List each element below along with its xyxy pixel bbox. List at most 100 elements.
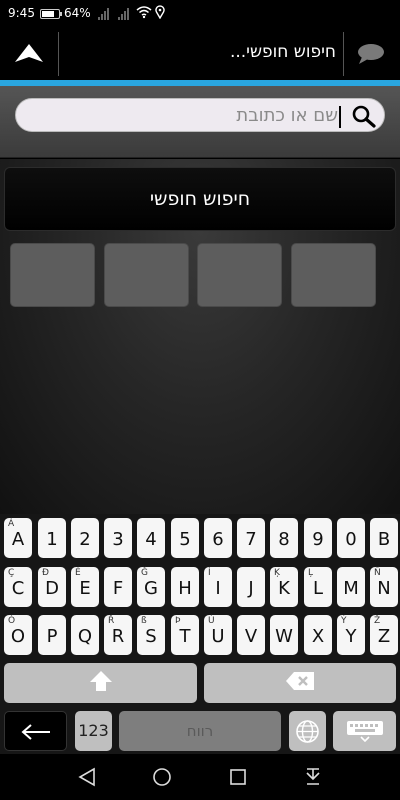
language-key[interactable] bbox=[289, 711, 326, 751]
key-l[interactable]: LĻ bbox=[304, 567, 332, 607]
key-label: 4 bbox=[145, 529, 157, 550]
key-label: 7 bbox=[245, 529, 257, 550]
key-v[interactable]: V bbox=[237, 615, 265, 655]
key-r[interactable]: RŘ bbox=[104, 615, 132, 655]
key-label: B bbox=[377, 529, 391, 550]
key-1[interactable]: 1 bbox=[38, 518, 66, 558]
backspace-key[interactable] bbox=[204, 663, 396, 703]
category-tile[interactable] bbox=[291, 243, 376, 307]
key-o[interactable]: OÓ bbox=[4, 615, 32, 655]
battery-percent: 64% bbox=[64, 6, 91, 20]
keyboard-hide-icon bbox=[346, 720, 384, 746]
key-q[interactable]: Q bbox=[71, 615, 99, 655]
key-6[interactable]: 6 bbox=[204, 518, 232, 558]
key-u[interactable]: UÚ bbox=[204, 615, 232, 655]
key-alt-label: Ú bbox=[208, 616, 215, 626]
key-label: K bbox=[278, 578, 290, 599]
magnifier-icon[interactable] bbox=[351, 104, 377, 132]
key-label: S bbox=[145, 626, 157, 647]
key-c[interactable]: CÇ bbox=[4, 567, 32, 607]
key-label: I bbox=[215, 578, 221, 599]
key-b[interactable]: B bbox=[370, 518, 398, 558]
key-s[interactable]: Sß bbox=[137, 615, 165, 655]
key-alt-label: Í bbox=[208, 568, 211, 578]
key-label: 3 bbox=[112, 529, 124, 550]
search-input[interactable]: שם או כתובת bbox=[15, 98, 385, 132]
key-p[interactable]: P bbox=[38, 615, 66, 655]
key-4[interactable]: 4 bbox=[137, 518, 165, 558]
key-label: F bbox=[112, 578, 124, 599]
key-label: E bbox=[79, 578, 91, 599]
recents-square-icon[interactable] bbox=[227, 766, 249, 792]
key-alt-label: Ļ bbox=[308, 568, 314, 578]
key-7[interactable]: 7 bbox=[237, 518, 265, 558]
key-alt-label: Ğ bbox=[141, 568, 148, 578]
chat-bubble-icon[interactable] bbox=[356, 42, 386, 70]
key-y[interactable]: YÝ bbox=[337, 615, 365, 655]
search-placeholder: שם או כתובת bbox=[236, 105, 338, 126]
category-tile[interactable] bbox=[10, 243, 95, 307]
status-time: 9:45 bbox=[8, 6, 35, 20]
location-icon bbox=[155, 5, 165, 22]
back-key[interactable] bbox=[4, 711, 67, 751]
key-k[interactable]: KĶ bbox=[270, 567, 298, 607]
shift-arrow-icon bbox=[89, 670, 113, 696]
key-z[interactable]: ZŽ bbox=[370, 615, 398, 655]
numbers-mode-key[interactable]: 123 bbox=[75, 711, 112, 751]
page-title: חיפוש חופשי... bbox=[229, 42, 336, 62]
key-label: O bbox=[10, 626, 26, 647]
category-tile[interactable] bbox=[104, 243, 189, 307]
key-h[interactable]: H bbox=[171, 567, 199, 607]
key-label: V bbox=[244, 626, 258, 647]
key-g[interactable]: GĞ bbox=[137, 567, 165, 607]
shift-key[interactable] bbox=[4, 663, 197, 703]
key-alt-label: Ç bbox=[8, 568, 15, 578]
key-i[interactable]: IÍ bbox=[204, 567, 232, 607]
key-0[interactable]: 0 bbox=[337, 518, 365, 558]
key-alt-label: ß bbox=[141, 616, 147, 626]
key-n[interactable]: NÑ bbox=[370, 567, 398, 607]
key-f[interactable]: F bbox=[104, 567, 132, 607]
key-alt-label: Ó bbox=[8, 616, 16, 626]
key-3[interactable]: 3 bbox=[104, 518, 132, 558]
key-d[interactable]: DĐ bbox=[38, 567, 66, 607]
key-alt-label: É bbox=[75, 568, 81, 578]
hide-keyboard-key[interactable] bbox=[333, 711, 396, 751]
navigation-arrow-icon[interactable] bbox=[14, 42, 44, 70]
key-j[interactable]: J bbox=[237, 567, 265, 607]
free-search-button[interactable]: חיפוש חופשי bbox=[4, 167, 396, 231]
key-label: X bbox=[311, 626, 325, 647]
key-5[interactable]: 5 bbox=[171, 518, 199, 558]
key-alt-label: Ř bbox=[108, 616, 115, 626]
key-x[interactable]: X bbox=[304, 615, 332, 655]
key-label: 6 bbox=[212, 529, 224, 550]
key-label: L bbox=[312, 578, 324, 599]
key-e[interactable]: EÉ bbox=[71, 567, 99, 607]
key-label: W bbox=[275, 626, 293, 647]
back-triangle-icon[interactable] bbox=[76, 766, 98, 792]
key-alt-label: Á bbox=[8, 519, 15, 529]
key-w[interactable]: W bbox=[270, 615, 298, 655]
key-t[interactable]: TÞ bbox=[171, 615, 199, 655]
category-tile[interactable] bbox=[197, 243, 282, 307]
home-circle-icon[interactable] bbox=[151, 766, 173, 792]
key-alt-label: Ž bbox=[374, 616, 381, 626]
key-label: Z bbox=[377, 626, 391, 647]
key-8[interactable]: 8 bbox=[270, 518, 298, 558]
key-label: H bbox=[178, 578, 192, 599]
key-label: C bbox=[11, 578, 25, 599]
space-key[interactable]: רווח bbox=[119, 711, 281, 751]
key-label: A bbox=[11, 529, 25, 550]
key-alt-label: Þ bbox=[175, 616, 181, 626]
key-alt-label: Ý bbox=[341, 616, 347, 626]
signal-icon bbox=[98, 8, 112, 20]
key-2[interactable]: 2 bbox=[71, 518, 99, 558]
key-label: G bbox=[144, 578, 158, 599]
battery-cap bbox=[60, 12, 62, 16]
key-label: Q bbox=[77, 626, 93, 647]
key-9[interactable]: 9 bbox=[304, 518, 332, 558]
key-m[interactable]: M bbox=[337, 567, 365, 607]
notification-pull-icon[interactable] bbox=[302, 766, 324, 792]
key-label: 0 bbox=[345, 529, 357, 550]
key-a[interactable]: AÁ bbox=[4, 518, 32, 558]
